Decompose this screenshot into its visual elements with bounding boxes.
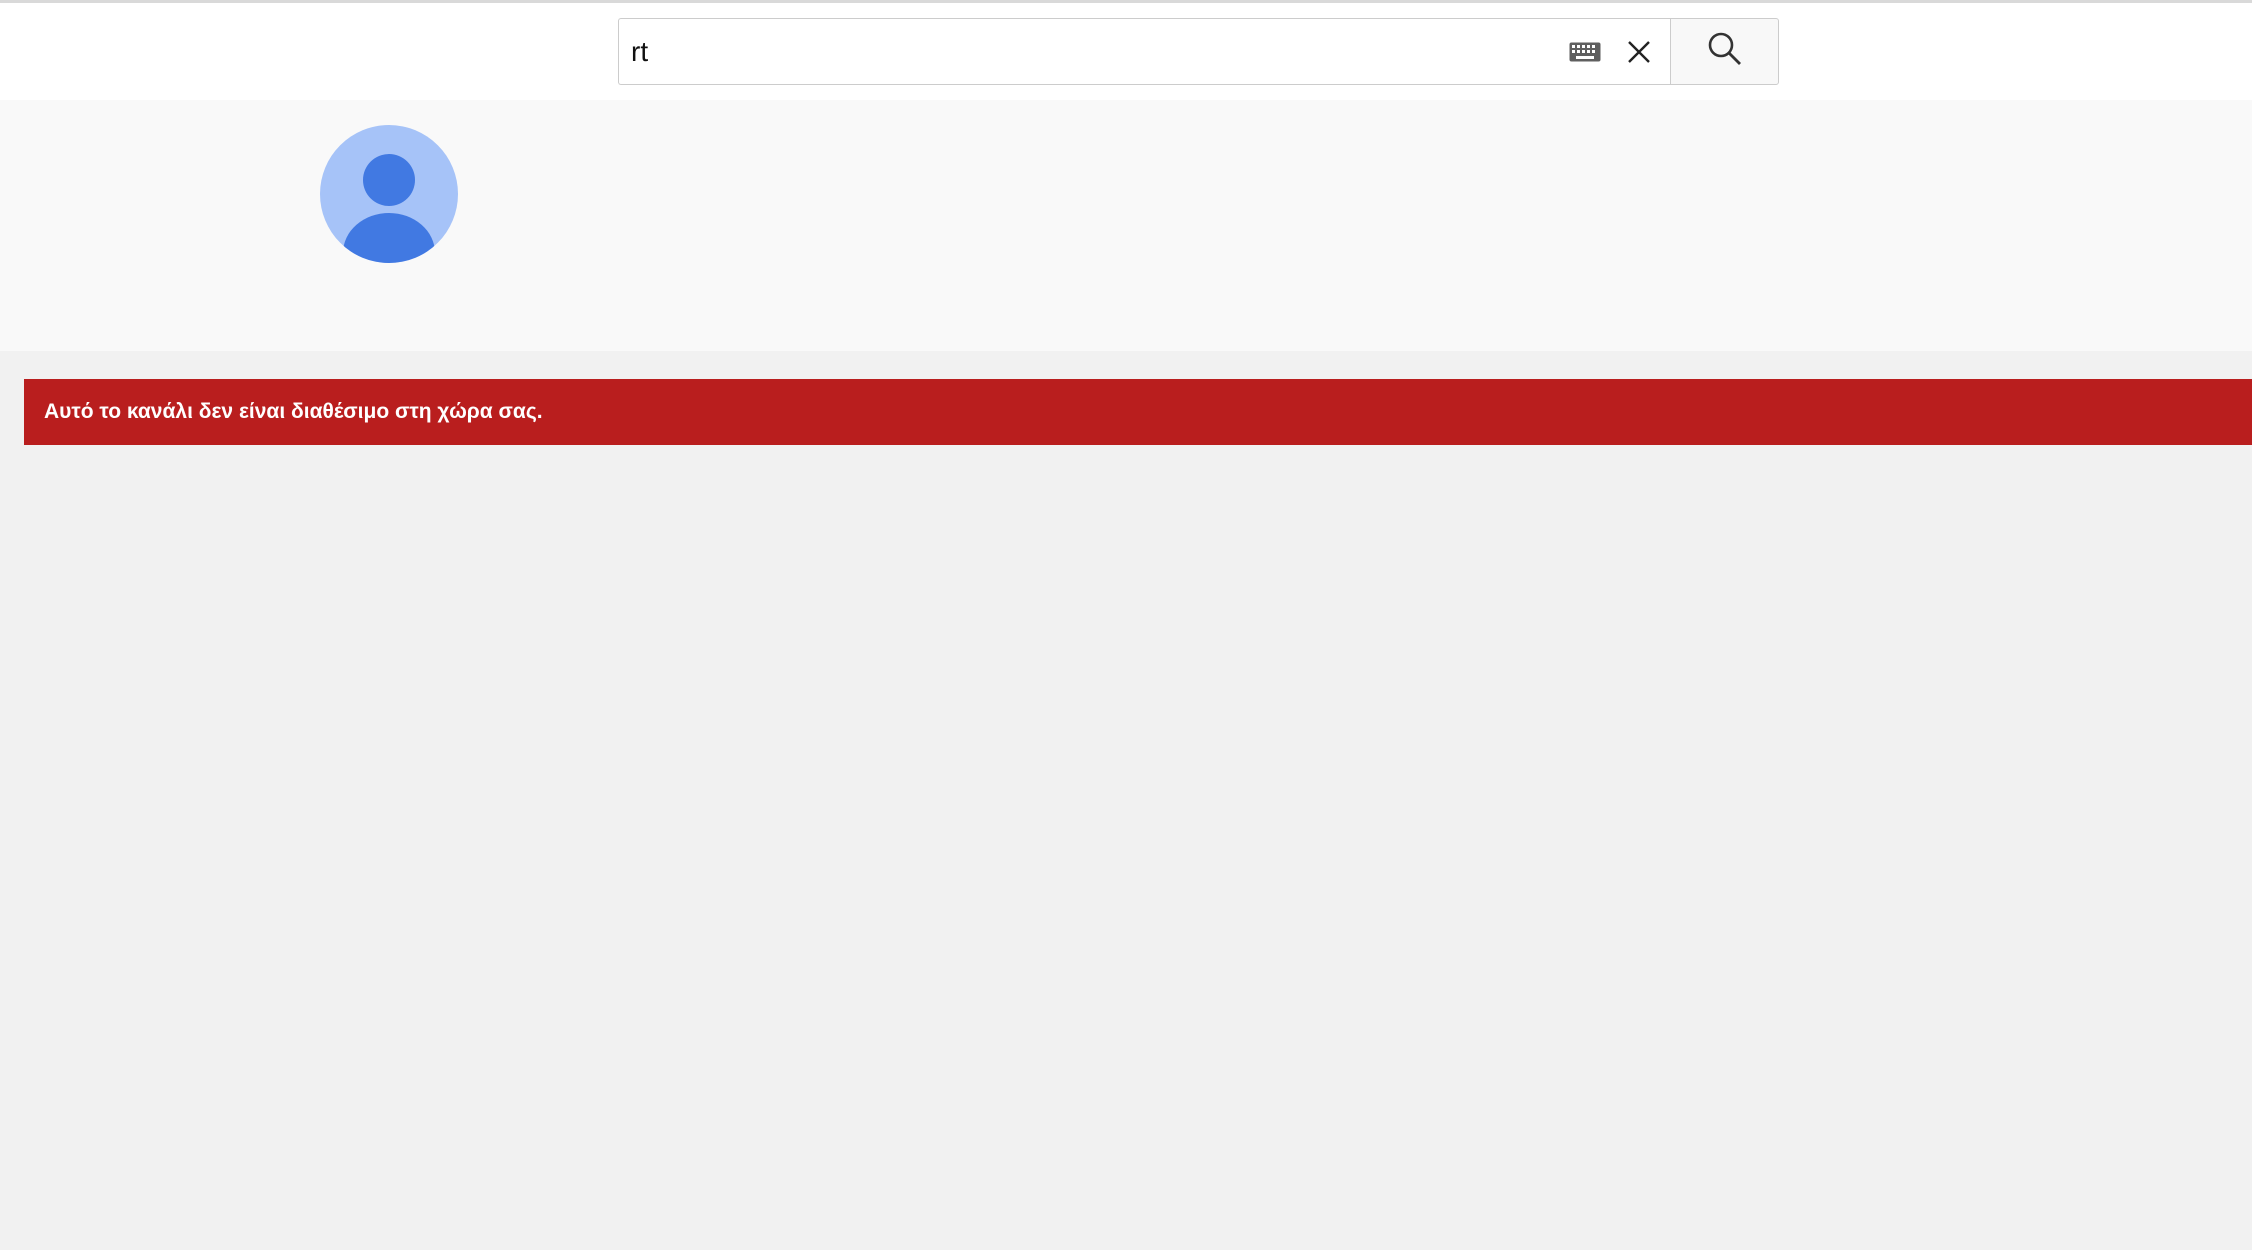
default-user-avatar-icon [343, 154, 435, 263]
channel-header [0, 100, 2252, 351]
channel-unavailable-alert: Αυτό το κανάλι δεν είναι διαθέσιμο στη χ… [24, 379, 2252, 445]
search-button[interactable] [1670, 18, 1779, 85]
avatar [320, 125, 458, 263]
search-box[interactable] [618, 18, 1670, 85]
alert-message: Αυτό το κανάλι δεν είναι διαθέσιμο στη χ… [44, 400, 543, 423]
close-icon[interactable] [1622, 35, 1656, 69]
search-icon [1707, 31, 1743, 72]
masthead [0, 3, 2252, 100]
keyboard-icon[interactable] [1568, 41, 1602, 63]
search-input[interactable] [619, 19, 1568, 84]
